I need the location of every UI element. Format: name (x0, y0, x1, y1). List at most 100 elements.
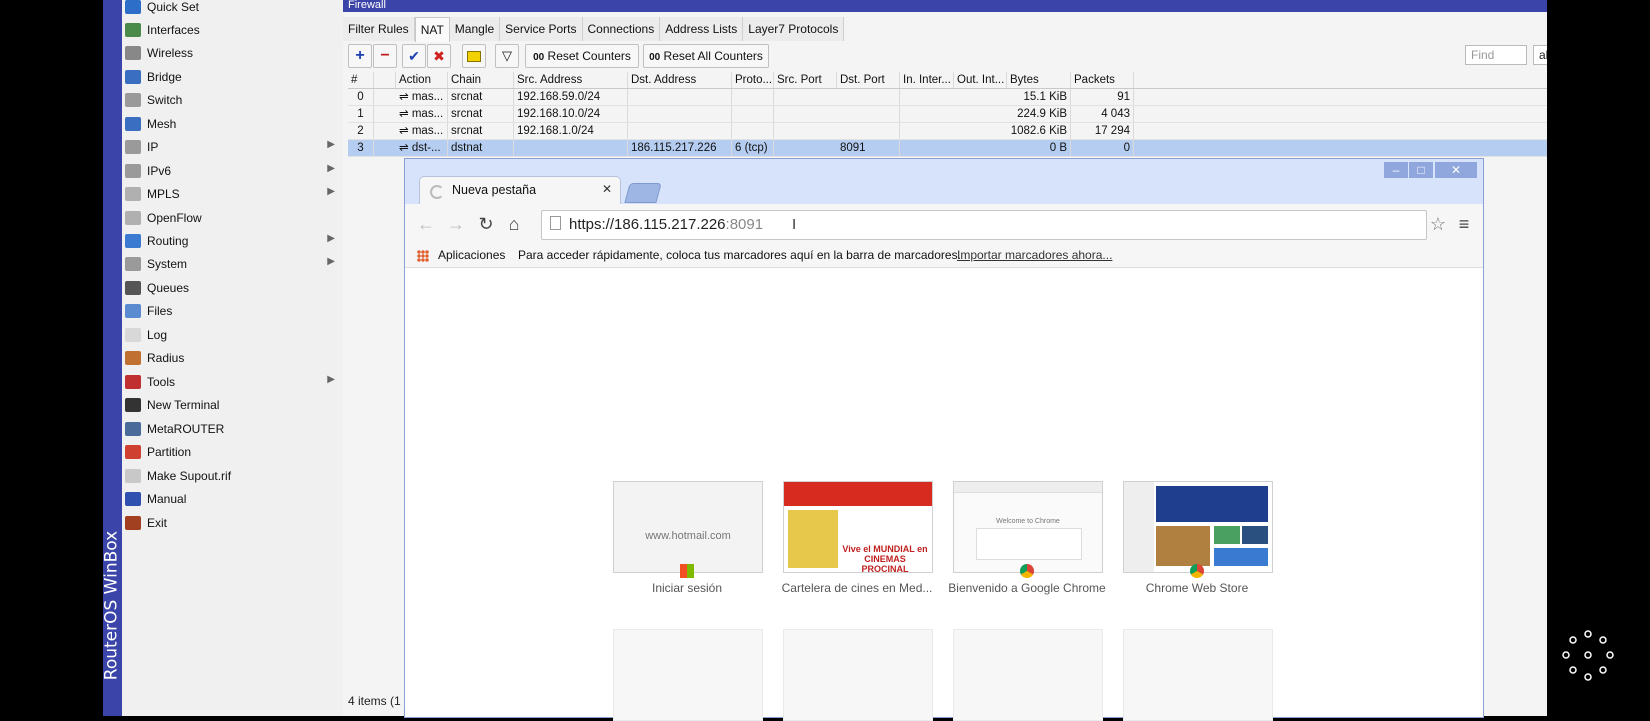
sidebar-item-label: Log (147, 328, 168, 342)
empty-tile (613, 629, 763, 721)
sidebar-item-tools[interactable]: Tools ▶ (125, 371, 341, 393)
table-row[interactable]: 0 ⇌ mas... srcnat 192.168.59.0/24 15.1 K… (348, 89, 1547, 106)
sidebar-item-metarouter[interactable]: MetaROUTER (125, 418, 341, 440)
back-icon[interactable]: ← (415, 213, 437, 235)
col-action[interactable]: Action (396, 72, 448, 88)
table-row[interactable]: 1 ⇌ mas... srcnat 192.168.10.0/24 224.9 … (348, 106, 1547, 123)
col-dst-address[interactable]: Dst. Address (628, 72, 732, 88)
sidebar-item-wireless[interactable]: Wireless (125, 42, 341, 64)
sidebar-item-files[interactable]: Files (125, 300, 341, 322)
sidebar-item-ipv6[interactable]: IPv6 ▶ (125, 160, 341, 182)
tab-filter-rules[interactable]: Filter Rules (343, 17, 415, 41)
close-button[interactable]: ✕ (1435, 162, 1477, 178)
disable-rule-button[interactable]: ✖ (427, 44, 451, 68)
col-chain[interactable]: Chain (448, 72, 514, 88)
sidebar-item-openflow[interactable]: OpenFlow (125, 207, 341, 229)
table-row[interactable]: 2 ⇌ mas... srcnat 192.168.1.0/24 1082.6 … (348, 123, 1547, 140)
close-tab-icon[interactable]: ✕ (602, 182, 612, 196)
col-src-address[interactable]: Src. Address (514, 72, 628, 88)
sidebar-item-routing[interactable]: Routing ▶ (125, 230, 341, 252)
sidebar-item-mesh[interactable]: Mesh (125, 113, 341, 135)
sidebar-item-system[interactable]: System ▶ (125, 253, 341, 275)
sidebar-item-manual[interactable]: Manual (125, 488, 341, 510)
cell-action-text: mas... (411, 108, 444, 120)
cell-dst-port: 8091 (837, 140, 900, 156)
sidebar-item-mpls[interactable]: MPLS ▶ (125, 183, 341, 205)
sidebar-item-ip[interactable]: IP ▶ (125, 136, 341, 158)
sidebar-item-switch[interactable]: Switch (125, 89, 341, 111)
browser-tab[interactable]: Nueva pestaña ✕ (419, 176, 621, 205)
filter-select[interactable]: all (1533, 45, 1547, 65)
sidebar-item-label: Make Supout.rif (147, 469, 232, 483)
most-visited-tile[interactable]: Vive el MUNDIAL en CINEMAS PROCINAL (783, 481, 933, 574)
sidebar-item-bridge[interactable]: Bridge (125, 66, 341, 88)
sidebar-item-queues[interactable]: Queues (125, 277, 341, 299)
col-dst-port[interactable]: Dst. Port (837, 72, 900, 88)
sidebar-item-quick-set[interactable]: Quick Set (125, 0, 341, 18)
cell-dst-address (628, 123, 732, 139)
empty-tile (953, 629, 1103, 721)
maximize-button[interactable]: □ (1409, 162, 1433, 178)
col-out-interface[interactable]: Out. Int... (954, 72, 1007, 88)
address-bar[interactable]: https://186.115.217.226:8091 I (541, 210, 1427, 240)
cell-src-address: 192.168.59.0/24 (514, 89, 628, 105)
home-icon[interactable]: ⌂ (503, 213, 525, 235)
sidebar-item-label: Switch (147, 93, 183, 107)
star-icon[interactable]: ☆ (1427, 213, 1449, 235)
sidebar-item-make-supout[interactable]: Make Supout.rif (125, 465, 341, 487)
most-visited-tile[interactable] (1123, 481, 1273, 578)
minimize-button[interactable]: – (1384, 162, 1408, 178)
comment-button[interactable] (462, 44, 486, 68)
find-input[interactable]: Find (1465, 45, 1527, 65)
forward-icon[interactable]: → (445, 213, 467, 235)
table-row-selected[interactable]: 3 ⇌ dst-... dstnat 186.115.217.226 6 (tc… (348, 140, 1547, 157)
sidebar-item-label: Partition (147, 445, 192, 459)
most-visited-tile[interactable]: Welcome to Chrome (953, 481, 1103, 578)
sidebar-item-log[interactable]: Log (125, 324, 341, 346)
submenu-arrow-icon: ▶ (327, 163, 335, 174)
menu-icon[interactable]: ≡ (1453, 213, 1475, 235)
cell-bytes: 15.1 KiB (1007, 89, 1071, 105)
col-packets[interactable]: Packets (1071, 72, 1134, 88)
most-visited-tile[interactable]: www.hotmail.com (613, 481, 763, 578)
sidebar-item-radius[interactable]: Radius (125, 347, 341, 369)
apps-label[interactable]: Aplicaciones (438, 244, 505, 267)
tab-service-ports[interactable]: Service Ports (500, 17, 583, 41)
tab-mangle[interactable]: Mangle (449, 17, 501, 41)
tab-connections[interactable]: Connections (582, 17, 661, 41)
add-rule-button[interactable]: + (348, 44, 372, 68)
col-in-interface[interactable]: In. Inter... (900, 72, 954, 88)
reset-counters-label: Reset Counters (547, 49, 631, 63)
nat-rules-table: # Action Chain Src. Address Dst. Address… (348, 72, 1547, 157)
sidebar-item-partition[interactable]: Partition (125, 441, 341, 463)
bookmarks-bar: Aplicaciones Para acceder rápidamente, c… (405, 244, 1483, 268)
cell-number: 0 (348, 89, 374, 105)
reset-all-counters-button[interactable]: 00 Reset All Counters (643, 44, 769, 68)
col-bytes[interactable]: Bytes (1007, 72, 1071, 88)
sidebar-item-label: MPLS (147, 187, 180, 201)
col-protocol[interactable]: Proto... (732, 72, 774, 88)
apps-grid-icon[interactable] (417, 250, 429, 262)
sidebar-item-new-terminal[interactable]: New Terminal (125, 394, 341, 416)
sidebar-item-exit[interactable]: Exit (125, 512, 341, 534)
cell-action-text: dst-... (411, 142, 441, 154)
import-bookmarks-link[interactable]: Importar marcadores ahora... (957, 244, 1112, 267)
enable-rule-button[interactable]: ✔ (402, 44, 426, 68)
cell-action: ⇌ mas... (396, 89, 448, 105)
tab-layer7-protocols[interactable]: Layer7 Protocols (743, 17, 845, 41)
filter-button[interactable]: ▽ (495, 44, 519, 68)
tab-address-lists[interactable]: Address Lists (660, 17, 744, 41)
col-flags[interactable] (374, 72, 396, 88)
sidebar-item-interfaces[interactable]: Interfaces (125, 19, 341, 41)
cell-chain: srcnat (448, 106, 514, 122)
sidebar-item-label: New Terminal (147, 398, 220, 412)
reload-icon[interactable]: ↻ (475, 213, 497, 235)
remove-rule-button[interactable]: − (373, 44, 397, 68)
tile-thumb-header (784, 482, 932, 506)
tab-nat[interactable]: NAT (414, 17, 450, 42)
col-src-port[interactable]: Src. Port (774, 72, 837, 88)
col-number[interactable]: # (348, 72, 374, 88)
folder-icon (125, 304, 141, 318)
new-tab-button[interactable] (624, 183, 662, 203)
reset-counters-button[interactable]: 00 Reset Counters (525, 44, 639, 68)
